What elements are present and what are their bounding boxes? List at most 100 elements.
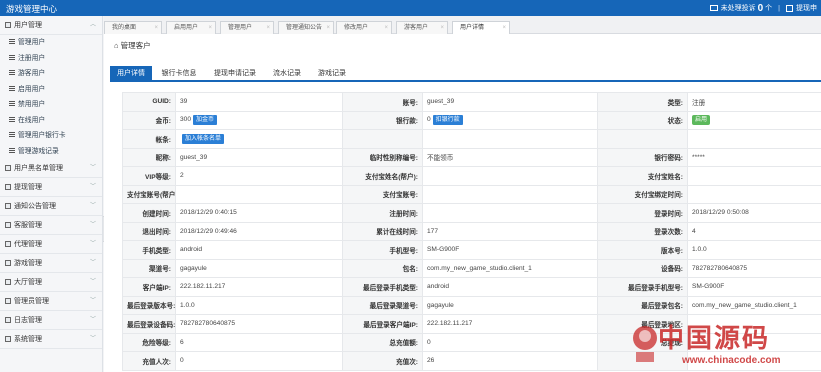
subtab-1[interactable]: 银行卡信息 (154, 66, 204, 82)
sidebar-group-label: 日志管理 (14, 317, 42, 324)
sidebar-item-label: 启用用户 (18, 85, 46, 93)
field-label: 支付宝姓名: (597, 166, 688, 186)
sidebar-item-1[interactable]: 注册用户 (0, 51, 102, 67)
tab-0[interactable]: 我的桌面 × (104, 21, 162, 34)
close-icon[interactable]: × (208, 22, 212, 34)
field-label: 登录次数: (597, 221, 688, 241)
menu-group-icon (5, 222, 11, 228)
sidebar-item-label: 禁用用户 (18, 101, 46, 108)
sidebar-item-6[interactable]: 管理用户银行卡 (0, 128, 102, 144)
subtab-3[interactable]: 流水记录 (266, 66, 308, 82)
app-title: 游戏管理中心 (6, 4, 58, 14)
tab-4[interactable]: 修改用户 × (336, 21, 392, 34)
sidebar-group-label: 客服管理 (14, 222, 42, 229)
detail-row: 创建时间: 2018/12/29 0:40:15 注册时间: 登录时间: 2018/12… (122, 203, 821, 223)
list-icon (9, 116, 15, 122)
close-icon[interactable]: × (154, 22, 158, 34)
sidebar-group-9[interactable]: 日志管理 ﹀ (0, 311, 102, 330)
sidebar-item-3[interactable]: 启用用户 (0, 82, 102, 98)
withdraw-request-link[interactable]: 提现申 (796, 3, 817, 13)
field-value (422, 203, 598, 223)
sidebar-group-4[interactable]: 客服管理 ﹀ (0, 216, 102, 235)
detail-row: GUID: 39 账号: guest_39 类型: 注册 (122, 92, 821, 112)
field-value-text: com.my_new_game_studio.client_1 (692, 301, 797, 309)
tab-2[interactable]: 管理用户 × (220, 21, 274, 34)
field-value: 2018/12/29 0:40:15 (175, 203, 343, 223)
detail-row: 渠道号: gagayule 包名: com.my_new_game_studio.cl… (122, 258, 821, 278)
subtab-2[interactable]: 提现申请记录 (206, 66, 264, 82)
field-value: 782782780640875 (687, 258, 821, 278)
sidebar-item-2[interactable]: 游客用户 (0, 66, 102, 82)
field-value-text: 0 (427, 116, 431, 124)
sidebar-group-7[interactable]: 大厅管理 ﹀ (0, 273, 102, 292)
sidebar-group-0[interactable]: 用户管理 ︿ (0, 16, 102, 35)
withdraw-icon (786, 4, 793, 12)
field-value: guest_39 (422, 92, 598, 112)
sidebar-group-1[interactable]: 用户黑名单管理 ﹀ (0, 159, 102, 178)
action-button[interactable]: 加金币 (193, 115, 218, 126)
field-label: 渠道号: (122, 258, 176, 278)
field-value: 1.0.0 (175, 295, 343, 315)
subtab-0[interactable]: 用户详情 (110, 66, 152, 82)
detail-row: 手机类型: android 手机型号: SM-G900F 版本号: 1.0.0 (122, 240, 821, 260)
top-bar: 游戏管理中心 未处理投诉 0 个 | 提现申 (0, 0, 821, 16)
sidebar-item-0[interactable]: 管理用户 (0, 35, 102, 51)
field-label: 总提现: (597, 332, 688, 352)
field-value: 39 (175, 92, 343, 112)
sidebar-group-6[interactable]: 游戏管理 ﹀ (0, 254, 102, 273)
action-button[interactable]: 扣银行款 (432, 115, 463, 126)
sidebar-item-4[interactable]: 禁用用户 (0, 97, 102, 113)
tab-bar: 我的桌面 × 启用用户 × 管理用户 × 管理通知公告 × 修改用户 × 游客用户 × 用户详情 × (104, 16, 821, 35)
field-label (597, 129, 688, 149)
field-label: 帐条: (122, 129, 176, 149)
pending-complaints-link[interactable]: 未处理投诉 (721, 3, 756, 13)
detail-row: 最后登录版本号: 1.0.0 最后登录渠道号: gagayule 最后登录包名: com.… (122, 295, 821, 315)
menu-group-icon (5, 336, 11, 342)
sidebar-group-8[interactable]: 管理员管理 ﹀ (0, 292, 102, 311)
sidebar-item-label: 游客用户 (18, 70, 46, 77)
sidebar-item-5[interactable]: 在线用户 (0, 113, 102, 129)
tab-label: 用户详情 (460, 25, 485, 31)
tab-5[interactable]: 游客用户 × (396, 21, 448, 34)
chevron-icon: ﹀ (89, 184, 96, 190)
action-button[interactable]: 加入帐条名单 (182, 133, 225, 144)
field-value-text: SM-G900F (692, 283, 725, 291)
field-value: 782782780640875 (175, 314, 343, 334)
field-value-text: 782782780640875 (692, 264, 748, 272)
sidebar-group-3[interactable]: 通知公告管理 ﹀ (0, 197, 102, 216)
list-icon (9, 54, 15, 60)
tab-6[interactable]: 用户详情 × (452, 21, 510, 35)
sidebar-group-2[interactable]: 提现管理 ﹀ (0, 178, 102, 197)
field-value: guest_39 (175, 147, 343, 167)
home-icon[interactable]: ⌂ (114, 41, 119, 50)
field-value-text: 300 (180, 116, 192, 124)
field-label: 昵称: (122, 147, 176, 167)
pending-complaints-count[interactable]: 0 (758, 3, 764, 14)
close-icon[interactable]: × (326, 22, 330, 34)
close-icon[interactable]: × (440, 22, 444, 34)
close-icon[interactable]: × (502, 22, 506, 34)
field-value: 2018/12/29 0:49:46 (175, 221, 343, 241)
menu-group-icon (5, 184, 11, 190)
close-icon[interactable]: × (384, 22, 388, 34)
sidebar-group-5[interactable]: 代理管理 ﹀ (0, 235, 102, 254)
tab-3[interactable]: 管理通知公告 × (278, 21, 334, 34)
tab-1[interactable]: 启用用户 × (166, 21, 216, 34)
field-label: 危险等级: (122, 332, 176, 352)
menu-group-icon (5, 298, 11, 304)
sidebar-item-label: 管理用户银行卡 (18, 132, 66, 139)
sidebar-item-7[interactable]: 管理游戏记录 (0, 144, 102, 160)
sidebar-item-label: 管理用户 (18, 39, 46, 46)
sidebar-group-label: 代理管理 (14, 241, 42, 248)
field-value-text: guest_39 (180, 153, 208, 161)
sidebar-group-label: 管理员管理 (14, 298, 49, 305)
subtab-4[interactable]: 游戏记录 (310, 66, 354, 82)
complaint-icon (709, 5, 718, 11)
field-value (687, 314, 821, 334)
close-icon[interactable]: × (266, 22, 270, 34)
detail-row: 昵称: guest_39 临时性别称编号: 不能领币 银行密码: ***** (122, 147, 821, 167)
sidebar-group-10[interactable]: 系统管理 ﹀ (0, 330, 102, 349)
field-value: SM-G900F (687, 277, 821, 297)
sidebar-group-label: 系统管理 (14, 336, 42, 343)
field-value: android (175, 240, 343, 260)
